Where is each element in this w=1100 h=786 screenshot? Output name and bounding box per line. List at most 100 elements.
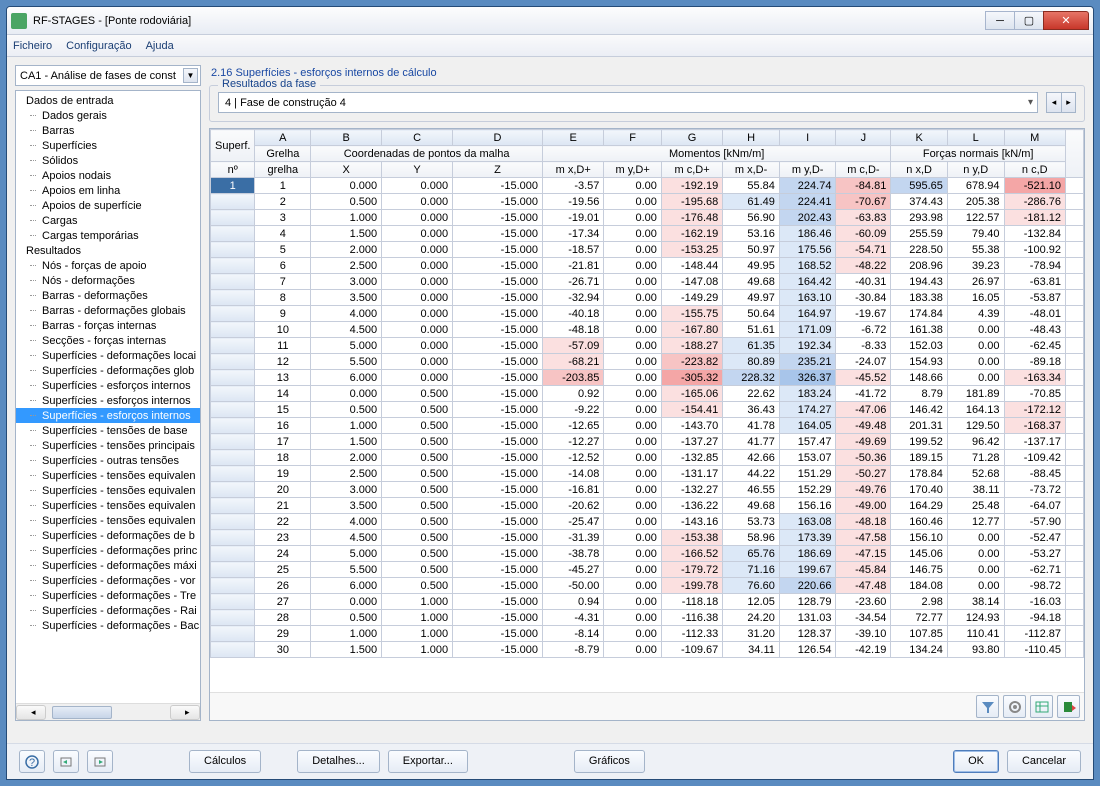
cell[interactable]: 2.500 (311, 466, 382, 482)
cell[interactable]: 0.00 (604, 322, 661, 338)
row-header[interactable] (211, 370, 255, 386)
cell[interactable]: 19 (255, 466, 311, 482)
cell[interactable]: -47.06 (836, 402, 891, 418)
cell[interactable]: 131.03 (779, 610, 836, 626)
cell[interactable]: 0.00 (604, 498, 661, 514)
cell[interactable]: -148.44 (661, 258, 722, 274)
tree-item[interactable]: Apoios nodais (16, 168, 200, 183)
detalhes-button[interactable]: Detalhes... (297, 750, 380, 773)
cell[interactable]: 80.89 (723, 354, 780, 370)
cell[interactable]: -24.07 (836, 354, 891, 370)
tree-item[interactable]: Barras (16, 123, 200, 138)
cell[interactable]: -49.69 (836, 434, 891, 450)
cell[interactable]: 30 (255, 642, 311, 658)
cell[interactable]: -53.27 (1004, 546, 1066, 562)
cell[interactable]: 27 (255, 594, 311, 610)
tree-item[interactable]: Superfícies - esforços internos (16, 408, 200, 423)
export-icon[interactable] (1057, 695, 1080, 718)
tree-item[interactable]: Dados de entrada (16, 93, 200, 108)
cell[interactable]: 0.000 (382, 194, 453, 210)
cell[interactable]: 8 (255, 290, 311, 306)
cell[interactable]: -62.45 (1004, 338, 1066, 354)
cell[interactable]: 0.00 (604, 258, 661, 274)
cell[interactable]: -15.000 (453, 626, 543, 642)
cell[interactable]: 72.77 (891, 610, 948, 626)
cell[interactable]: 0.00 (604, 210, 661, 226)
cell[interactable]: 20 (255, 482, 311, 498)
cell[interactable]: 0.00 (947, 578, 1004, 594)
cell[interactable]: -20.62 (542, 498, 603, 514)
cell[interactable]: 4.39 (947, 306, 1004, 322)
tree-item[interactable]: Superfícies - tensões principais (16, 438, 200, 453)
row-header[interactable] (211, 578, 255, 594)
cell[interactable]: 0.500 (382, 562, 453, 578)
cell[interactable]: 0.00 (604, 466, 661, 482)
cell[interactable]: 126.54 (779, 642, 836, 658)
cell[interactable]: -118.18 (661, 594, 722, 610)
cell[interactable]: 5 (255, 242, 311, 258)
cell[interactable]: 26 (255, 578, 311, 594)
cell[interactable]: 224.74 (779, 178, 836, 194)
cell[interactable]: -94.18 (1004, 610, 1066, 626)
cell[interactable]: 49.68 (723, 274, 780, 290)
cell[interactable]: -166.52 (661, 546, 722, 562)
cell[interactable]: -167.80 (661, 322, 722, 338)
tree-horizontal-scrollbar[interactable]: ◂ ▸ (16, 703, 200, 720)
cell[interactable]: 0.500 (382, 546, 453, 562)
cell[interactable]: 0.00 (604, 402, 661, 418)
cell[interactable]: 0.00 (947, 322, 1004, 338)
cell[interactable]: -109.42 (1004, 450, 1066, 466)
cell[interactable]: 0.00 (947, 370, 1004, 386)
cell[interactable]: 0.00 (604, 578, 661, 594)
cell[interactable]: 183.38 (891, 290, 948, 306)
cell[interactable]: 0.00 (604, 290, 661, 306)
cell[interactable]: 11 (255, 338, 311, 354)
cell[interactable]: 0.500 (382, 482, 453, 498)
cell[interactable]: 0.500 (382, 386, 453, 402)
cell[interactable]: -15.000 (453, 402, 543, 418)
cell[interactable]: 12 (255, 354, 311, 370)
cell[interactable]: -223.82 (661, 354, 722, 370)
tree-item[interactable]: Superfícies - deformações de b (16, 528, 200, 543)
cell[interactable]: 293.98 (891, 210, 948, 226)
cell[interactable]: -9.22 (542, 402, 603, 418)
cell[interactable]: 9 (255, 306, 311, 322)
cell[interactable]: 56.90 (723, 210, 780, 226)
col-letter[interactable]: B (311, 130, 382, 146)
cell[interactable]: 175.56 (779, 242, 836, 258)
cell[interactable]: -12.65 (542, 418, 603, 434)
cell[interactable]: 374.43 (891, 194, 948, 210)
cell[interactable]: 41.78 (723, 418, 780, 434)
cell[interactable]: 0.00 (604, 178, 661, 194)
cell[interactable]: 3.500 (311, 290, 382, 306)
row-header[interactable] (211, 402, 255, 418)
cell[interactable]: -42.19 (836, 642, 891, 658)
cell[interactable]: -176.48 (661, 210, 722, 226)
row-header[interactable] (211, 434, 255, 450)
row-header[interactable] (211, 642, 255, 658)
cell[interactable]: -15.000 (453, 194, 543, 210)
cell[interactable]: 24.20 (723, 610, 780, 626)
cell[interactable]: 0.00 (604, 418, 661, 434)
cell[interactable]: 0.000 (382, 290, 453, 306)
cell[interactable]: 55.38 (947, 242, 1004, 258)
cell[interactable]: 4.000 (311, 306, 382, 322)
cell[interactable]: 128.37 (779, 626, 836, 642)
cell[interactable]: 7 (255, 274, 311, 290)
cell[interactable]: 65.76 (723, 546, 780, 562)
row-header[interactable] (211, 594, 255, 610)
cell[interactable]: 0.94 (542, 594, 603, 610)
cell[interactable]: 164.97 (779, 306, 836, 322)
cell[interactable]: -50.36 (836, 450, 891, 466)
cell[interactable]: 0.500 (382, 530, 453, 546)
cell[interactable]: 0.000 (382, 274, 453, 290)
cell[interactable]: -15.000 (453, 434, 543, 450)
cell[interactable]: -149.29 (661, 290, 722, 306)
tree-item[interactable]: Apoios em linha (16, 183, 200, 198)
cell[interactable]: 124.93 (947, 610, 1004, 626)
row-header[interactable] (211, 546, 255, 562)
cell[interactable]: -179.72 (661, 562, 722, 578)
cell[interactable]: 53.73 (723, 514, 780, 530)
tree-item[interactable]: Barras - deformações globais (16, 303, 200, 318)
cell[interactable]: -60.09 (836, 226, 891, 242)
